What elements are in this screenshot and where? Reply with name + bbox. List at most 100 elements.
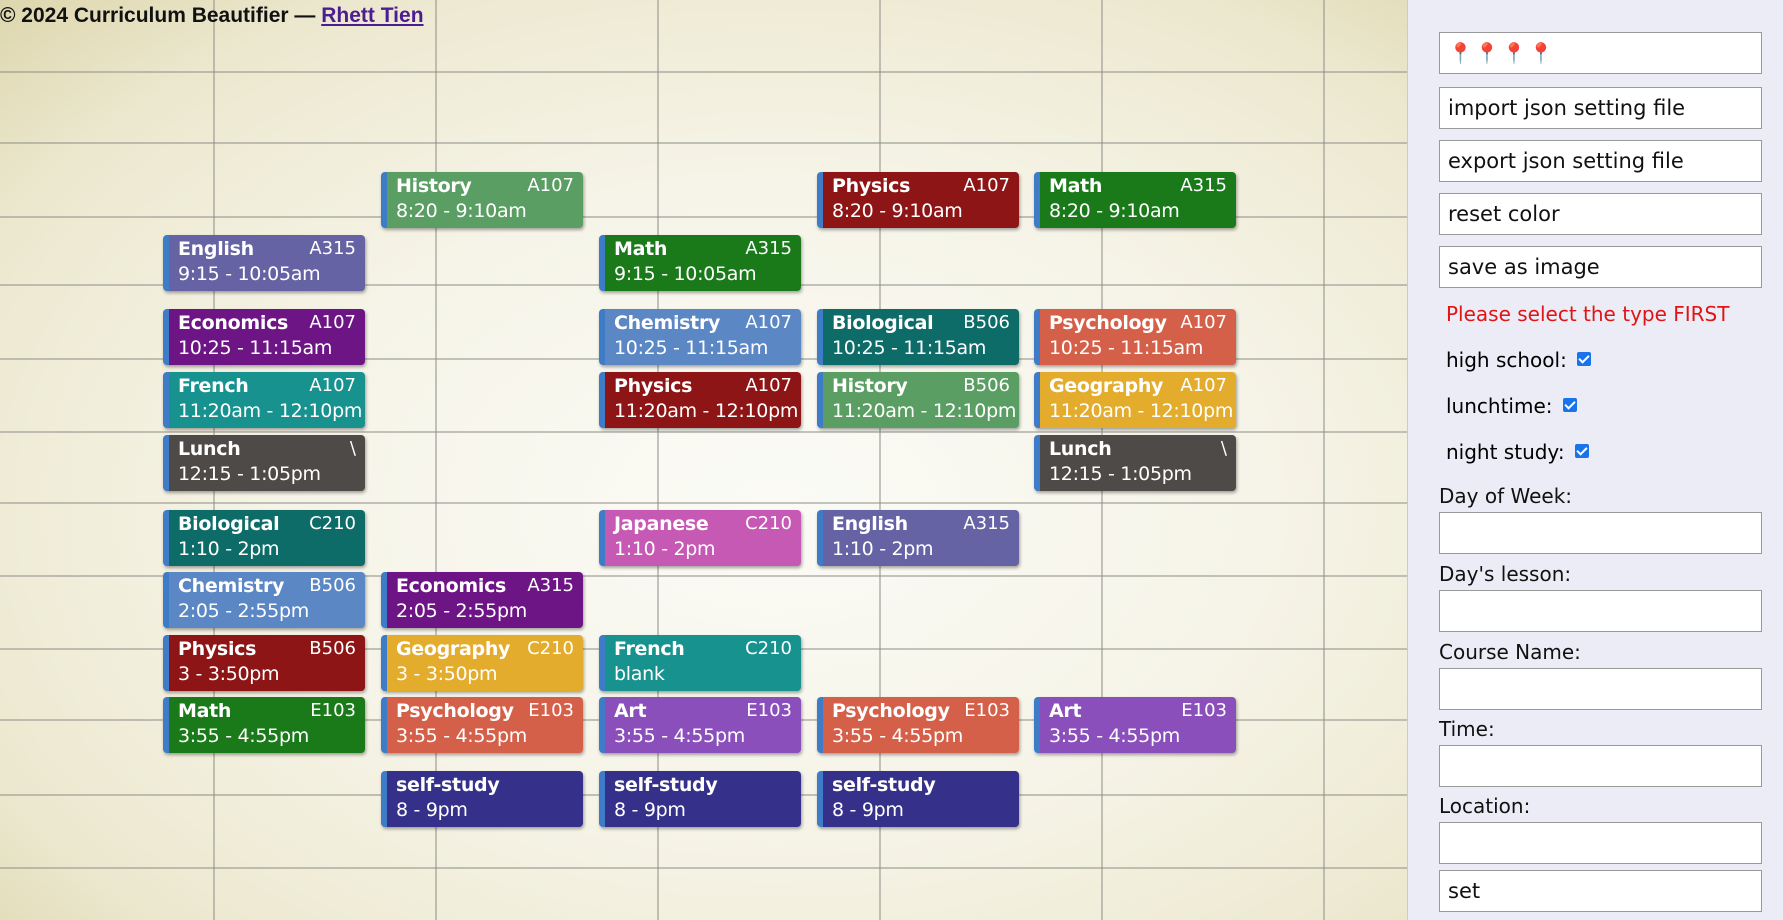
- lesson-time: 3:55 - 4:55pm: [178, 725, 309, 747]
- day-of-week-input[interactable]: [1439, 512, 1762, 554]
- lesson-card[interactable]: Psychology E103 3:55 - 4:55pm: [381, 697, 583, 753]
- lesson-time: 11:20am - 12:10pm: [832, 400, 1017, 422]
- lesson-card[interactable]: Math E103 3:55 - 4:55pm: [163, 697, 365, 753]
- day-lesson-input[interactable]: [1439, 590, 1762, 632]
- lesson-card[interactable]: Biological B506 10:25 - 11:15am: [817, 309, 1019, 365]
- high-school-checkbox[interactable]: [1576, 351, 1591, 366]
- lesson-card[interactable]: Physics B506 3 - 3:50pm: [163, 635, 365, 691]
- night-study-checkbox[interactable]: [1574, 443, 1589, 458]
- lesson-card[interactable]: Art E103 3:55 - 4:55pm: [599, 697, 801, 753]
- lunchtime-option: lunchtime:: [1446, 394, 1577, 418]
- lesson-card[interactable]: self-study 8 - 9pm: [599, 771, 801, 827]
- lesson-name: Chemistry: [614, 312, 721, 334]
- lesson-card[interactable]: English A315 9:15 - 10:05am: [163, 235, 365, 291]
- lesson-card[interactable]: Economics A315 2:05 - 2:55pm: [381, 572, 583, 628]
- lesson-card[interactable]: self-study 8 - 9pm: [381, 771, 583, 827]
- lesson-name: Psychology: [396, 700, 514, 722]
- lesson-card[interactable]: French C210 blank: [599, 635, 801, 691]
- lesson-card[interactable]: English A315 1:10 - 2pm: [817, 510, 1019, 566]
- lesson-name: French: [614, 638, 685, 660]
- lesson-name: Lunch: [178, 438, 241, 460]
- lesson-time: 8:20 - 9:10am: [396, 200, 527, 222]
- lesson-room: C210: [309, 513, 356, 534]
- lesson-time: 8 - 9pm: [396, 799, 468, 821]
- lesson-card[interactable]: Geography C210 3 - 3:50pm: [381, 635, 583, 691]
- lesson-card[interactable]: Physics A107 8:20 - 9:10am: [817, 172, 1019, 228]
- lesson-card[interactable]: Geography A107 11:20am - 12:10pm: [1034, 372, 1236, 428]
- lesson-time: 1:10 - 2pm: [832, 538, 934, 560]
- lesson-time: 8:20 - 9:10am: [1049, 200, 1180, 222]
- lesson-card[interactable]: History A107 8:20 - 9:10am: [381, 172, 583, 228]
- lesson-card[interactable]: Lunch \ 12:15 - 1:05pm: [1034, 435, 1236, 491]
- lesson-time: 8 - 9pm: [832, 799, 904, 821]
- lesson-room: A107: [745, 312, 792, 333]
- lesson-card[interactable]: self-study 8 - 9pm: [817, 771, 1019, 827]
- lesson-name: Economics: [178, 312, 289, 334]
- lesson-card[interactable]: Psychology A107 10:25 - 11:15am: [1034, 309, 1236, 365]
- lesson-card[interactable]: Math A315 9:15 - 10:05am: [599, 235, 801, 291]
- import-json-button[interactable]: import json setting file: [1439, 87, 1762, 129]
- lesson-time: 1:10 - 2pm: [614, 538, 716, 560]
- credit-prefix: © 2024 Curriculum Beautifier —: [0, 4, 322, 27]
- lesson-time: 12:15 - 1:05pm: [178, 463, 321, 485]
- lesson-name: self-study: [396, 774, 500, 796]
- lesson-room: A315: [527, 575, 574, 596]
- lesson-card[interactable]: Chemistry B506 2:05 - 2:55pm: [163, 572, 365, 628]
- pushpin-icon: 📍: [1528, 41, 1554, 65]
- lesson-room: A315: [309, 238, 356, 259]
- type-warning: Please select the type FIRST: [1446, 302, 1730, 326]
- lesson-name: Biological: [178, 513, 280, 535]
- lesson-name: Math: [178, 700, 232, 722]
- lesson-card[interactable]: Economics A107 10:25 - 11:15am: [163, 309, 365, 365]
- lesson-name: Physics: [178, 638, 257, 660]
- lesson-room: A315: [1180, 175, 1227, 196]
- lesson-time: 11:20am - 12:10pm: [178, 400, 363, 422]
- lesson-name: Psychology: [1049, 312, 1167, 334]
- lesson-name: History: [396, 175, 472, 197]
- night-study-label: night study:: [1446, 440, 1565, 464]
- lesson-card[interactable]: Chemistry A107 10:25 - 11:15am: [599, 309, 801, 365]
- lesson-name: Economics: [396, 575, 507, 597]
- lesson-time: 2:05 - 2:55pm: [178, 600, 309, 622]
- lesson-name: Chemistry: [178, 575, 285, 597]
- time-input[interactable]: [1439, 745, 1762, 787]
- lesson-room: B506: [309, 638, 356, 659]
- reset-color-button[interactable]: reset color: [1439, 193, 1762, 235]
- lesson-name: Geography: [396, 638, 511, 660]
- pushpin-row[interactable]: 📍 📍 📍 📍: [1439, 32, 1762, 74]
- lesson-name: Art: [614, 700, 647, 722]
- lesson-card[interactable]: Math A315 8:20 - 9:10am: [1034, 172, 1236, 228]
- lesson-time: 3:55 - 4:55pm: [832, 725, 963, 747]
- lesson-time: blank: [614, 663, 665, 685]
- location-input[interactable]: [1439, 822, 1762, 864]
- lesson-time: 10:25 - 11:15am: [614, 337, 769, 359]
- lesson-card[interactable]: French A107 11:20am - 12:10pm: [163, 372, 365, 428]
- lesson-name: Physics: [832, 175, 911, 197]
- author-link[interactable]: Rhett Tien: [321, 4, 423, 27]
- lunchtime-checkbox[interactable]: [1562, 397, 1577, 412]
- lesson-room: E103: [746, 700, 792, 721]
- lesson-name: Psychology: [832, 700, 950, 722]
- lesson-time: 11:20am - 12:10pm: [1049, 400, 1234, 422]
- lesson-card[interactable]: Lunch \ 12:15 - 1:05pm: [163, 435, 365, 491]
- course-name-label: Course Name:: [1439, 640, 1581, 664]
- lesson-name: Lunch: [1049, 438, 1112, 460]
- course-name-input[interactable]: [1439, 668, 1762, 710]
- lesson-name: Math: [1049, 175, 1103, 197]
- lesson-room: A107: [1180, 312, 1227, 333]
- save-image-button[interactable]: save as image: [1439, 246, 1762, 288]
- lesson-time: 9:15 - 10:05am: [614, 263, 757, 285]
- lesson-card[interactable]: Physics A107 11:20am - 12:10pm: [599, 372, 801, 428]
- day-lesson-label: Day's lesson:: [1439, 562, 1572, 586]
- lesson-time: 11:20am - 12:10pm: [614, 400, 799, 422]
- lesson-card[interactable]: Psychology E103 3:55 - 4:55pm: [817, 697, 1019, 753]
- lesson-card[interactable]: Biological C210 1:10 - 2pm: [163, 510, 365, 566]
- lesson-card[interactable]: History B506 11:20am - 12:10pm: [817, 372, 1019, 428]
- export-json-button[interactable]: export json setting file: [1439, 140, 1762, 182]
- lesson-name: Japanese: [614, 513, 709, 535]
- lesson-time: 3 - 3:50pm: [396, 663, 498, 685]
- lesson-room: E103: [310, 700, 356, 721]
- set-button[interactable]: set: [1439, 870, 1762, 912]
- lesson-card[interactable]: Japanese C210 1:10 - 2pm: [599, 510, 801, 566]
- lesson-card[interactable]: Art E103 3:55 - 4:55pm: [1034, 697, 1236, 753]
